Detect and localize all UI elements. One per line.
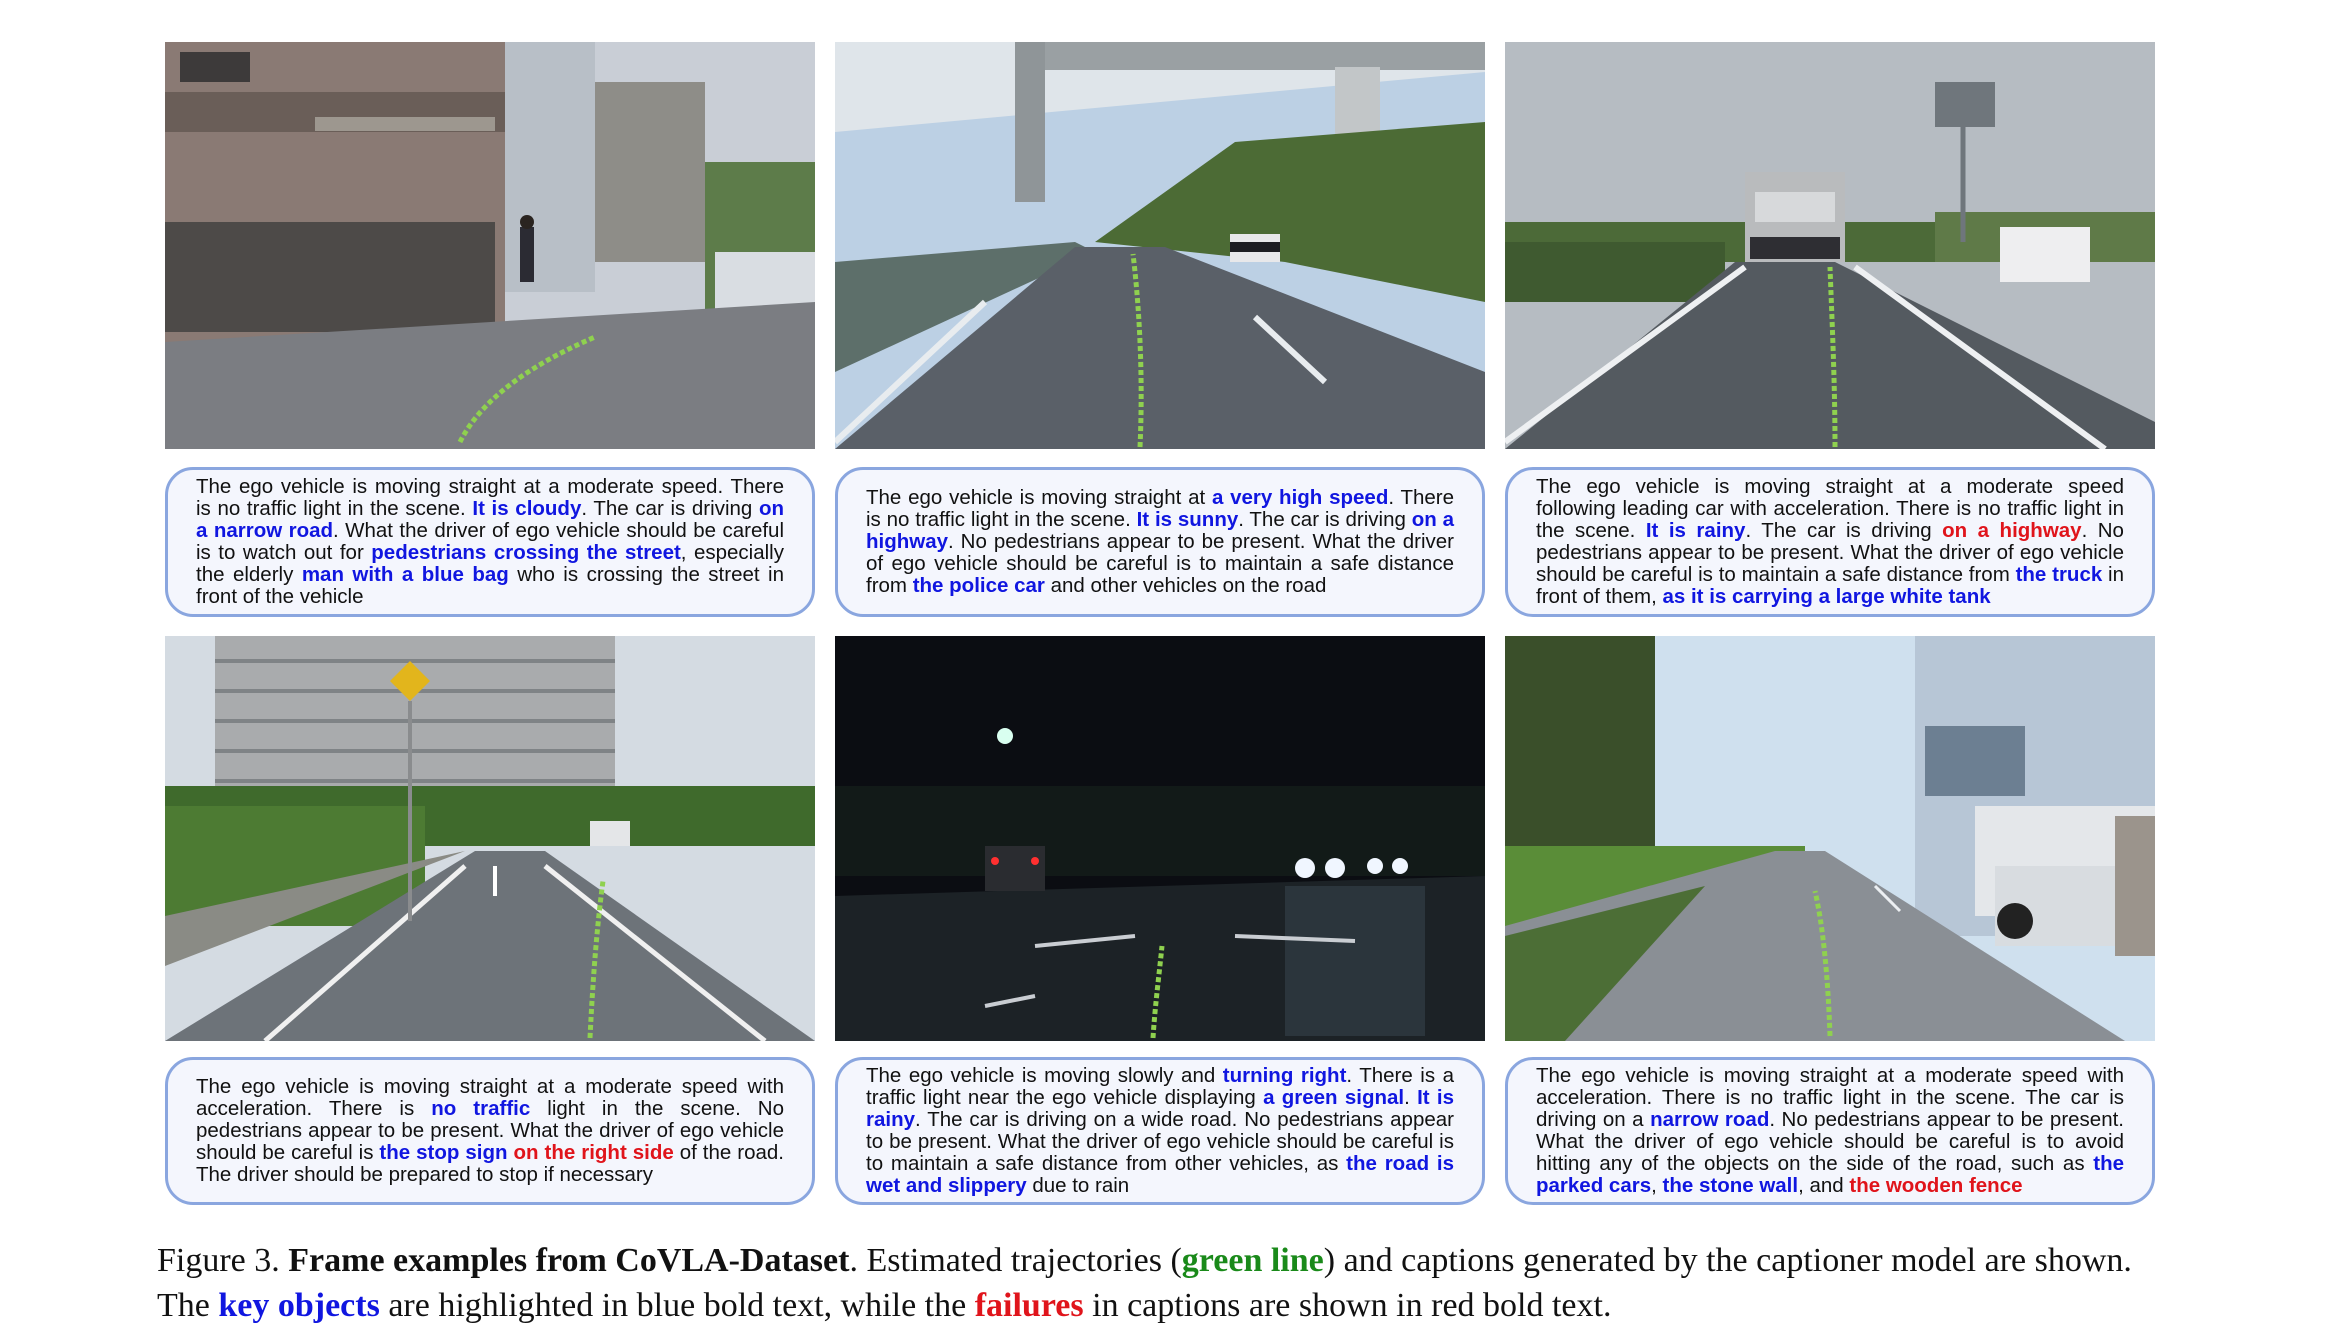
caption-text-segment: and other vehicles on the road [1044,574,1327,597]
frame-6-caption-box: The ego vehicle is moving straight at a … [1505,1057,2155,1205]
figure-title: Frame examples from CoVLA-Dataset [288,1242,850,1279]
figure-green-label: green line [1181,1242,1324,1279]
figure-red-label: failures [974,1287,1084,1324]
caption-text-segment: , and [1798,1174,1850,1197]
key-object-text: as it is carrying a large white tank [1662,585,1991,608]
figure-blue-label: key objects [218,1287,380,1324]
frame-2-caption-box: The ego vehicle is moving straight at a … [835,467,1485,617]
figure-text-1: . Estimated trajectories ( [849,1242,1182,1279]
frame-4-image [165,636,815,1041]
caption-text-segment: due to rain [1026,1174,1130,1197]
key-object-text: the truck [2015,563,2103,586]
frame-1-caption-box: The ego vehicle is moving straight at a … [165,467,815,617]
key-object-text: a very high speed [1211,486,1389,509]
frame-3-caption: The ego vehicle is moving straight at a … [1536,476,2124,608]
figure-label: Figure 3. [157,1242,280,1279]
key-object-text: a green signal [1263,1086,1405,1109]
frame-6-caption: The ego vehicle is moving straight at a … [1536,1065,2124,1197]
figure-text-3: are highlighted in blue bold text, while… [379,1287,975,1324]
key-object-text: turning right [1222,1064,1347,1087]
key-object-text: no traffic [431,1097,531,1120]
caption-text-segment: The ego vehicle is moving slowly and [866,1064,1223,1087]
failure-text: on the right side [513,1141,674,1164]
caption-text-segment: . The car is driving [581,497,759,520]
caption-text-segment: . The car is driving [1745,519,1943,542]
frame-5-caption-box: The ego vehicle is moving slowly and tur… [835,1057,1485,1205]
key-object-text: pedestrians crossing the street [371,541,681,564]
key-object-text: It is sunny [1136,508,1239,531]
frame-1-caption: The ego vehicle is moving straight at a … [196,476,784,608]
figure-caption: Figure 3. Frame examples from CoVLA-Data… [157,1238,2187,1328]
caption-text-segment: The ego vehicle is moving straight at [866,486,1212,509]
frame-2-caption: The ego vehicle is moving straight at a … [866,487,1454,597]
key-object-text: the stop sign [379,1141,508,1164]
caption-text-segment: . The car is driving [1238,508,1412,531]
key-object-text: the stone wall [1662,1174,1799,1197]
failure-text: on a highway [1942,519,2082,542]
figure-text-4: in captions are shown in red bold text. [1083,1287,1612,1324]
failure-text: the wooden fence [1849,1174,2023,1197]
frame-2-image [835,42,1485,449]
caption-text-segment: . [1404,1086,1418,1109]
frame-1-image [165,42,815,449]
frame-3-caption-box: The ego vehicle is moving straight at a … [1505,467,2155,617]
frame-4-caption: The ego vehicle is moving straight at a … [196,1076,784,1186]
frame-3-image [1505,42,2155,449]
key-object-text: man with a blue bag [301,563,509,586]
key-object-text: the police car [912,574,1045,597]
frame-5-image [835,636,1485,1041]
key-object-text: It is cloudy [472,497,582,520]
frame-6-image [1505,636,2155,1041]
key-object-text: It is rainy [1645,519,1746,542]
frame-5-caption: The ego vehicle is moving slowly and tur… [866,1065,1454,1197]
key-object-text: narrow road [1650,1108,1770,1131]
caption-text-segment: , [1651,1174,1663,1197]
frame-4-caption-box: The ego vehicle is moving straight at a … [165,1057,815,1205]
